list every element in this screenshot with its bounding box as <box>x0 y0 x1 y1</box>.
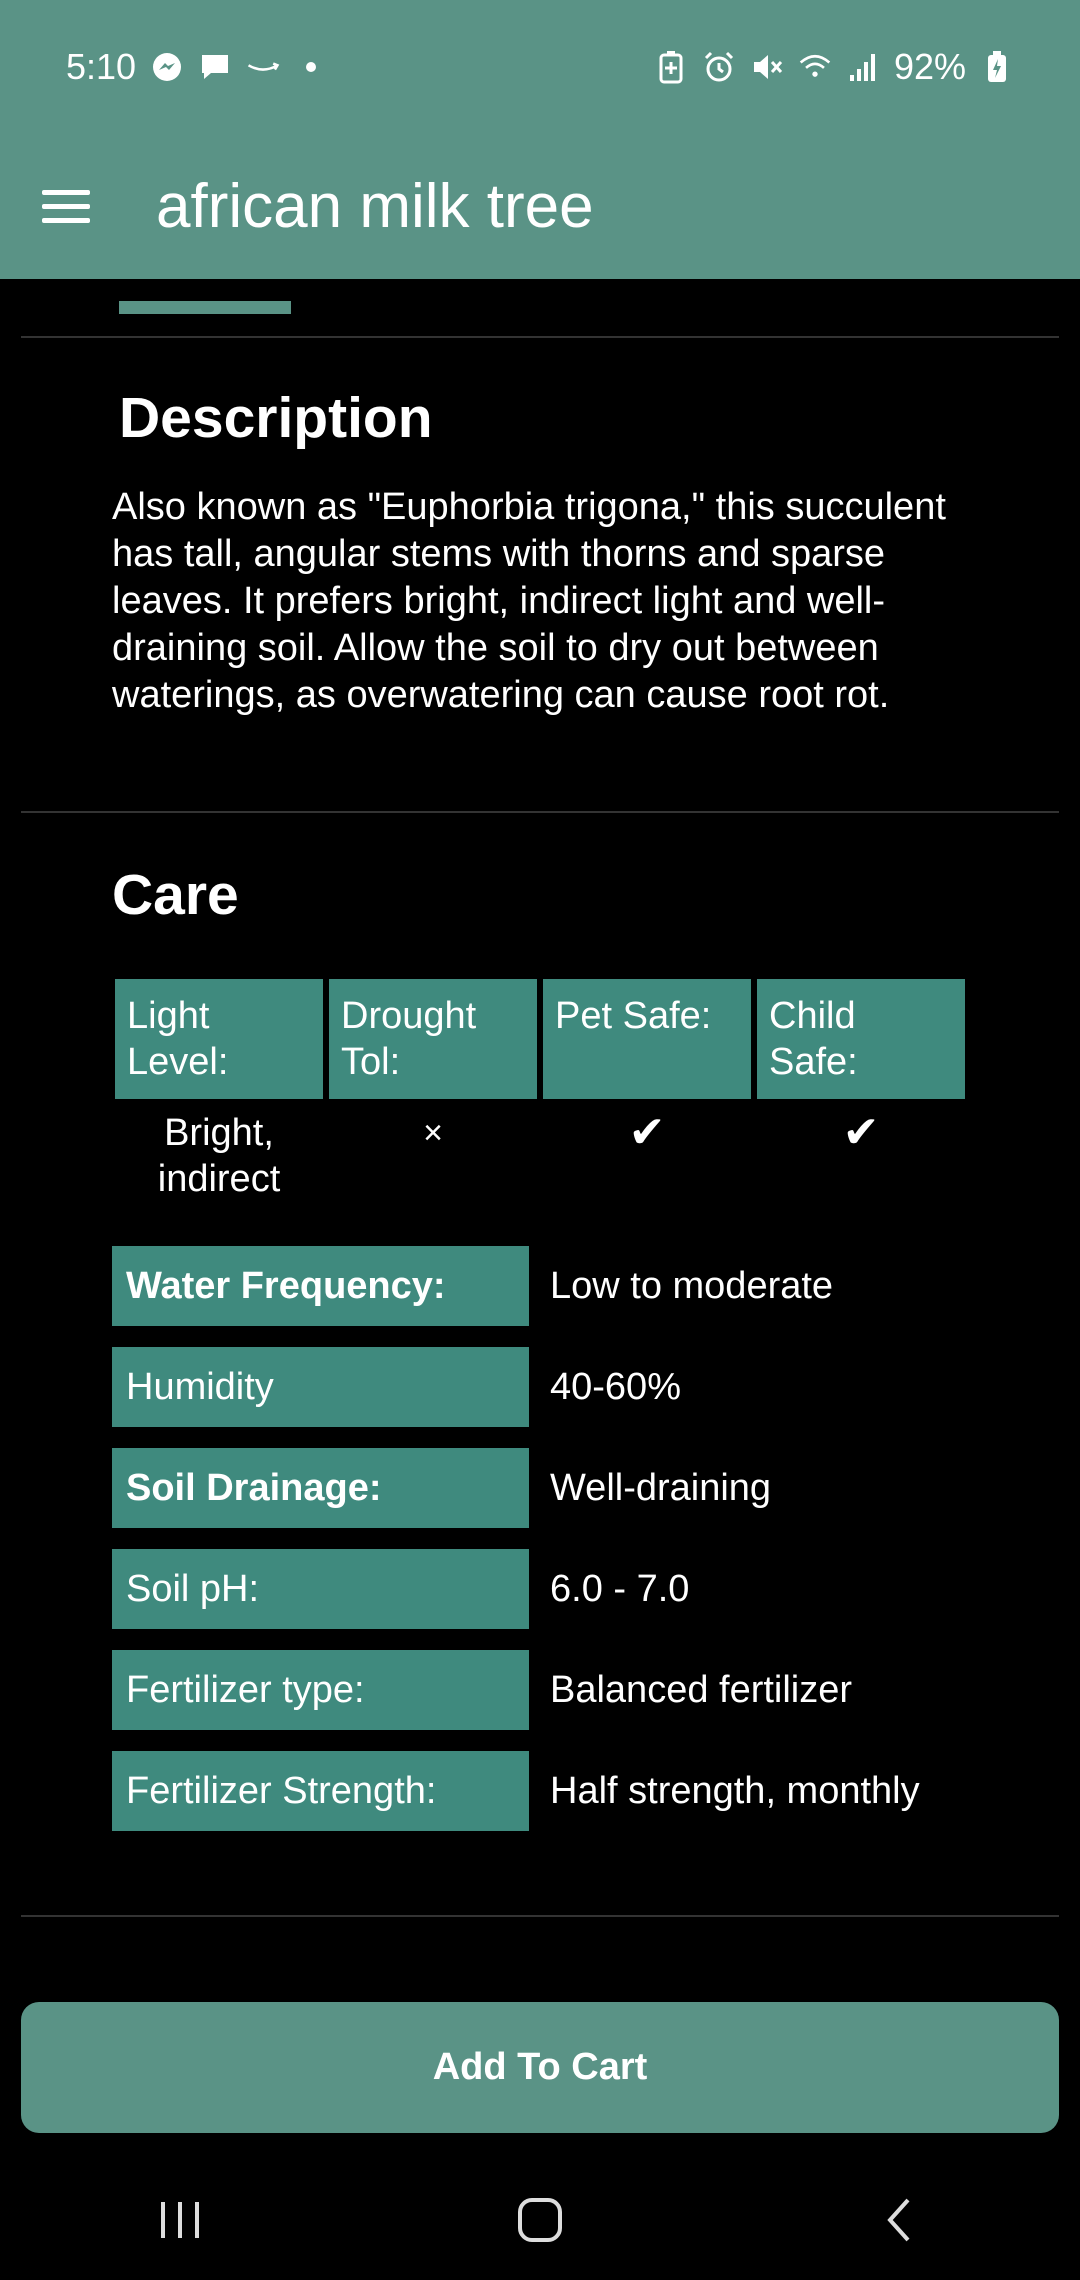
attr-drought-value: × <box>423 1114 443 1152</box>
description-title: Description <box>119 386 433 450</box>
attr-drought-label: Drought Tol: <box>329 979 537 1099</box>
battery-percent: 92% <box>893 46 966 87</box>
page-title: african milk tree <box>156 172 594 241</box>
chat-icon <box>198 50 232 84</box>
home-icon[interactable] <box>495 2175 585 2265</box>
attr-light-level-label: Light Level: <box>115 979 323 1099</box>
divider <box>21 1915 1059 1917</box>
app-bar: african milk tree <box>0 134 1080 279</box>
care-row-label: Fertilizer Strength: <box>112 1751 529 1831</box>
tab-indicator <box>119 301 291 314</box>
signal-icon <box>846 50 880 84</box>
care-row-value: Low to moderate <box>550 1264 834 1307</box>
amazon-icon <box>246 50 280 84</box>
divider <box>21 336 1059 338</box>
attr-child-safe-value: ✔ <box>842 1108 880 1157</box>
hamburger-menu-icon[interactable] <box>42 177 102 237</box>
description-text: Also known as "Euphorbia trigona," this … <box>112 486 946 716</box>
status-right: 92% <box>654 46 1014 88</box>
status-bar: 5:10 92% <box>0 0 1080 134</box>
recent-apps-icon[interactable] <box>135 2175 225 2265</box>
attr-child-safe-label: Child Safe: <box>757 979 965 1099</box>
care-row-label: Fertilizer type: <box>112 1650 529 1730</box>
messenger-icon <box>150 50 184 84</box>
care-title: Care <box>112 863 239 927</box>
care-row-value: 40-60% <box>550 1365 681 1408</box>
dot-icon <box>294 50 328 84</box>
care-row-value: Well-draining <box>550 1466 772 1509</box>
care-row-value: Half strength, monthly <box>550 1769 920 1812</box>
system-nav-bar <box>0 2160 1080 2280</box>
care-row-value: 6.0 - 7.0 <box>550 1567 690 1610</box>
battery-saver-icon <box>654 50 688 84</box>
back-icon[interactable] <box>855 2175 945 2265</box>
care-row-label: Soil pH: <box>112 1549 529 1629</box>
attr-pet-safe-label: Pet Safe: <box>543 979 751 1099</box>
battery-charging-icon <box>980 50 1014 84</box>
wifi-icon <box>798 50 832 84</box>
attr-light-level-value: Bright, indirect <box>157 1112 281 1200</box>
care-row-label: Water Frequency: <box>112 1246 529 1326</box>
attr-pet-safe-value: ✔ <box>628 1108 666 1157</box>
alarm-icon <box>702 50 736 84</box>
status-time: 5:10 <box>66 46 137 87</box>
care-row-label: Soil Drainage: <box>112 1448 529 1528</box>
care-row-label: Humidity <box>112 1347 529 1427</box>
mute-icon <box>750 50 784 84</box>
status-left: 5:10 <box>66 46 328 88</box>
divider <box>21 811 1059 813</box>
add-to-cart-button[interactable]: Add To Cart <box>21 2002 1059 2133</box>
care-row-value: Balanced fertilizer <box>550 1668 853 1711</box>
